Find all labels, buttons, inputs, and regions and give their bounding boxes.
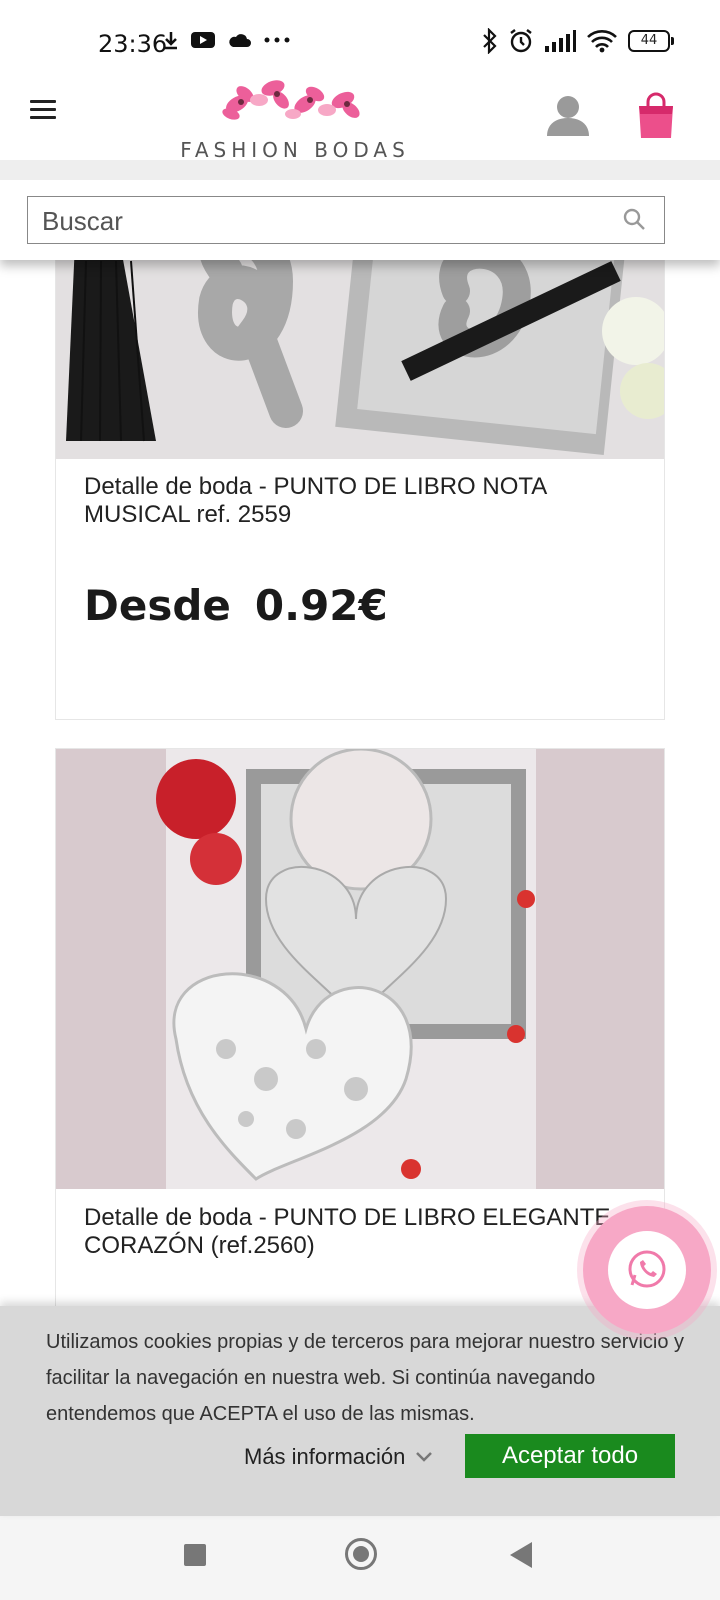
price-prefix: Desde xyxy=(84,581,231,630)
wifi-icon xyxy=(587,30,617,53)
battery-indicator: 44 xyxy=(628,30,674,52)
price-value: 0.92€ xyxy=(254,581,388,630)
status-right-icons: 44 xyxy=(482,28,674,54)
system-nav-bar xyxy=(0,1516,720,1600)
brand-name: FASHION BODAS xyxy=(180,138,410,162)
user-icon[interactable] xyxy=(545,92,591,138)
whatsapp-icon xyxy=(628,1250,666,1288)
cloud-icon xyxy=(229,34,251,47)
search-icon[interactable] xyxy=(622,207,646,231)
product-title[interactable]: Detalle de boda - PUNTO DE LIBRO ELEGANT… xyxy=(84,1204,644,1260)
search-box xyxy=(27,196,665,244)
product-image[interactable] xyxy=(56,749,664,1189)
search-input[interactable] xyxy=(40,205,604,238)
whatsapp-button[interactable] xyxy=(583,1206,711,1334)
product-price: Desde 0.92€ xyxy=(84,581,388,630)
bluetooth-icon xyxy=(483,28,497,54)
back-button[interactable] xyxy=(510,1542,532,1568)
signal-icon xyxy=(545,30,576,52)
chevron-down-icon xyxy=(416,1452,433,1462)
download-icon xyxy=(165,32,177,50)
status-time: 23:36 xyxy=(98,30,168,58)
site-header: FASHION BODAS xyxy=(0,62,720,162)
more-dots-icon xyxy=(264,37,290,43)
product-title[interactable]: Detalle de boda - PUNTO DE LIBRO NOTA MU… xyxy=(84,473,644,529)
shopping-bag-icon[interactable] xyxy=(636,92,676,140)
cookie-banner: Utilizamos cookies propias y de terceros… xyxy=(0,1306,720,1516)
cookie-text: Utilizamos cookies propias y de terceros… xyxy=(46,1331,685,1425)
accept-all-button[interactable]: Aceptar todo xyxy=(465,1434,675,1478)
product-card[interactable]: Detalle de boda - PUNTO DE LIBRO ELEGANT… xyxy=(55,748,665,1348)
more-info-label: Más información xyxy=(244,1444,406,1469)
status-left-icons xyxy=(162,30,292,50)
home-button[interactable] xyxy=(345,1538,377,1570)
youtube-icon xyxy=(191,32,215,48)
recents-button[interactable] xyxy=(184,1544,206,1566)
orchid-flowers-icon xyxy=(222,80,360,120)
alarm-icon xyxy=(510,29,532,53)
more-info-link[interactable]: Más información xyxy=(244,1444,433,1470)
search-bar xyxy=(0,160,720,260)
hamburger-menu-icon[interactable] xyxy=(30,100,56,120)
whatsapp-button-inner xyxy=(608,1231,686,1309)
brand-logo[interactable]: FASHION BODAS xyxy=(165,70,425,162)
